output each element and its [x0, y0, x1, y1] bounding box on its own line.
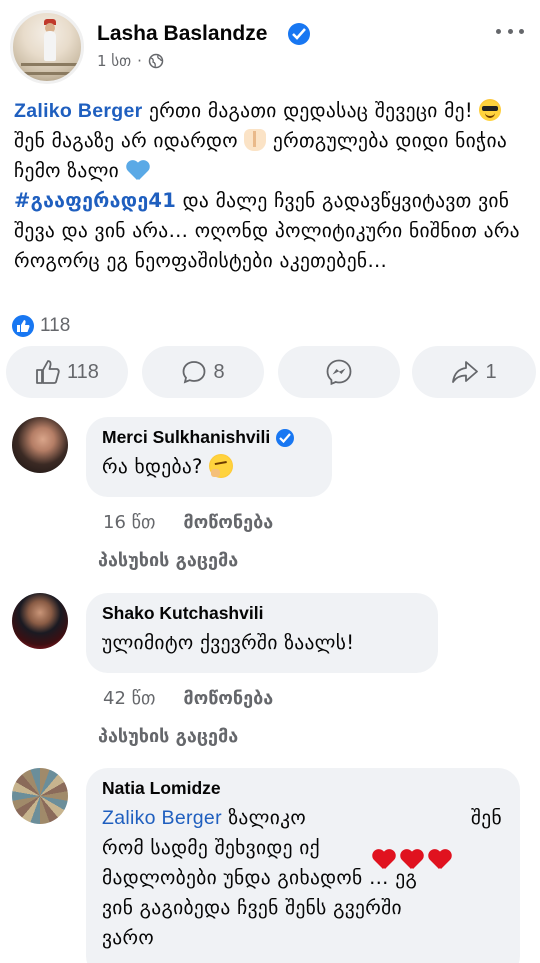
comment-text-line: ვარო — [102, 926, 154, 949]
post-header: Lasha Baslandze 1 სთ · — [0, 0, 540, 90]
comment-author-name[interactable]: Natia Lomidze — [102, 778, 221, 799]
comment-author[interactable]: Natia Lomidze — [102, 778, 504, 799]
comment-meta: 42 წთ მოწონება — [103, 688, 273, 709]
post-mention-link[interactable]: Zaliko Berger — [14, 100, 143, 122]
messenger-icon — [326, 359, 352, 386]
comment-text-content: რა ხდება? — [102, 455, 210, 478]
verified-badge-icon — [288, 23, 310, 45]
comment-author-name[interactable]: Shako Kutchashvili — [102, 603, 263, 624]
author-avatar[interactable] — [10, 10, 84, 84]
like-reaction-icon — [12, 315, 34, 337]
comment-bubble: Shako Kutchashvili ულიმიტო ქვევრში ზაალს… — [86, 593, 438, 673]
comment-reply-link[interactable]: პასუხის გაცემა — [98, 550, 238, 571]
globe-icon — [148, 53, 164, 69]
reactions-summary[interactable]: 118 — [12, 315, 70, 337]
share-count: 1 — [485, 360, 497, 383]
post-actions: 118 8 1 — [6, 346, 536, 400]
raised-hands-emoji-icon — [244, 129, 267, 151]
comment-author[interactable]: Merci Sulkhanishvili — [102, 427, 316, 448]
commenter-avatar[interactable] — [12, 417, 68, 473]
like-count: 118 — [67, 360, 99, 383]
post-meta: 1 სთ · — [97, 52, 164, 70]
post-text-part2: შენ მაგაზე არ იდარდო — [14, 129, 245, 152]
comment-bubble: Natia Lomidze Zaliko Berger ზალიკო შენ რო… — [86, 768, 520, 963]
comment-bubble: Merci Sulkhanishvili რა ხდება? — [86, 417, 332, 497]
red-heart-emoji-icon — [428, 848, 452, 870]
reaction-count: 118 — [40, 315, 71, 336]
comment-text: Zaliko Berger ზალიკო შენ რომ სადმე შეხვიდ… — [102, 803, 504, 953]
comment-text-line: ზალიკო — [221, 806, 306, 829]
comment-like-link[interactable]: მოწონება — [183, 688, 273, 709]
commenter-avatar[interactable] — [12, 768, 68, 824]
share-arrow-icon — [452, 361, 479, 383]
post-time[interactable]: 1 სთ — [97, 52, 131, 70]
sunglasses-emoji-icon — [479, 99, 502, 121]
blue-heart-emoji-icon — [126, 159, 150, 181]
comment-time[interactable]: 16 წთ — [103, 512, 155, 533]
comment-count: 8 — [213, 360, 225, 383]
comment-text-line: შენ — [470, 806, 502, 829]
comment-author[interactable]: Shako Kutchashvili — [102, 603, 422, 624]
thumbs-up-icon — [36, 360, 60, 384]
comment-time[interactable]: 42 წთ — [103, 688, 155, 709]
like-button[interactable]: 118 — [6, 346, 128, 398]
thinking-emoji-icon — [209, 454, 234, 478]
comment-bubble-icon — [183, 361, 206, 384]
comment-meta: 16 წთ მოწონება — [103, 512, 273, 533]
hearts-emoji-group — [372, 848, 452, 870]
author-name[interactable]: Lasha Baslandze — [97, 22, 267, 46]
red-heart-emoji-icon — [400, 848, 424, 870]
more-dots-icon[interactable] — [496, 26, 524, 36]
post-text-part1: ერთი მაგათი დედასაც შევეცი მე! — [142, 99, 480, 122]
comment-text: ულიმიტო ქვევრში ზაალს! — [102, 631, 355, 654]
post-hashtag-link[interactable]: #გააფერადე41 — [14, 189, 176, 212]
meta-separator: · — [137, 52, 142, 70]
verified-badge-icon — [276, 428, 295, 447]
comment-text: რა ხდება? — [102, 452, 316, 482]
red-heart-emoji-icon — [372, 848, 396, 870]
comment-text-line: ვინ გაგიბედა ჩვენ შენს გვერში — [102, 896, 402, 919]
comment-like-link[interactable]: მოწონება — [183, 512, 273, 533]
messenger-send-button[interactable] — [278, 346, 400, 398]
comment-author-name[interactable]: Merci Sulkhanishvili — [102, 427, 270, 448]
commenter-avatar[interactable] — [12, 593, 68, 649]
share-button[interactable]: 1 — [412, 346, 536, 398]
comment-mention-link[interactable]: Zaliko Berger — [102, 807, 222, 829]
post-text: Zaliko Berger ერთი მაგათი დედასაც შევეცი… — [14, 96, 529, 276]
comment-reply-link[interactable]: პასუხის გაცემა — [98, 726, 238, 747]
comment-button[interactable]: 8 — [142, 346, 264, 398]
